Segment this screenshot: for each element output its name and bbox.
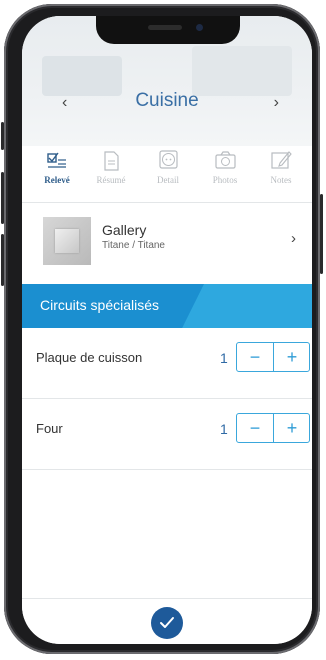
volume-down-button [1,234,4,286]
circuit-row: Four 1 − + [22,399,312,469]
product-row[interactable]: Gallery Titane / Titane › [22,204,312,284]
increment-button[interactable]: + [274,414,310,442]
tab-label: Photos [212,175,238,185]
decrement-button[interactable]: − [237,343,274,371]
phone-frame: ‹ Cuisine › Relevé Résumé Detail Photos … [1,4,323,654]
product-finish: Titane / Titane [102,240,165,251]
tab-label: Detail [157,175,179,185]
tab-label: Relevé [44,175,70,185]
increment-button[interactable]: + [274,343,310,371]
speaker [148,25,182,30]
chevron-right-icon: › [291,230,296,247]
power-button [320,194,323,274]
outlet-icon [159,150,178,169]
product-thumbnail [43,217,91,265]
app-screen: ‹ Cuisine › Relevé Résumé Detail Photos … [22,16,312,644]
camera-icon [215,151,236,169]
notch [96,16,240,44]
tab-photos[interactable]: Photos [196,146,254,185]
note-pen-icon [271,151,292,169]
divider [22,202,312,203]
circuit-quantity: 1 [220,350,228,366]
tab-label: Résumé [96,175,126,185]
confirm-button[interactable] [151,607,183,639]
checklist-icon [47,152,66,168]
circuit-row: Plaque de cuisson 1 − + [22,328,312,398]
room-title: Cuisine [135,90,199,111]
volume-up-button [1,172,4,224]
circuit-quantity: 1 [220,421,228,437]
decrement-button[interactable]: − [237,414,274,442]
section-title: Circuits spécialisés [40,297,160,313]
quantity-stepper: − + [236,413,310,443]
tab-resume[interactable]: Résumé [82,146,140,185]
tab-bar: Relevé Résumé Detail Photos Notes [22,146,312,198]
tab-releve[interactable]: Relevé [28,146,86,185]
circuit-label: Four [36,421,63,436]
quantity-stepper: − + [236,342,310,372]
chevron-right-icon[interactable]: › [274,94,279,112]
front-camera [196,24,203,31]
footer-bar [22,598,312,644]
circuit-label: Plaque de cuisson [36,350,143,365]
document-icon [104,151,119,171]
room-switcher: ‹ Cuisine › [22,88,312,118]
mute-switch [1,122,4,150]
tab-notes[interactable]: Notes [252,146,310,185]
section-banner: Circuits spécialisés [22,284,312,328]
tab-detail[interactable]: Detail [139,146,197,185]
checkmark-icon [160,617,174,628]
divider [22,469,312,470]
product-name: Gallery [102,222,147,238]
tab-label: Notes [270,175,292,185]
